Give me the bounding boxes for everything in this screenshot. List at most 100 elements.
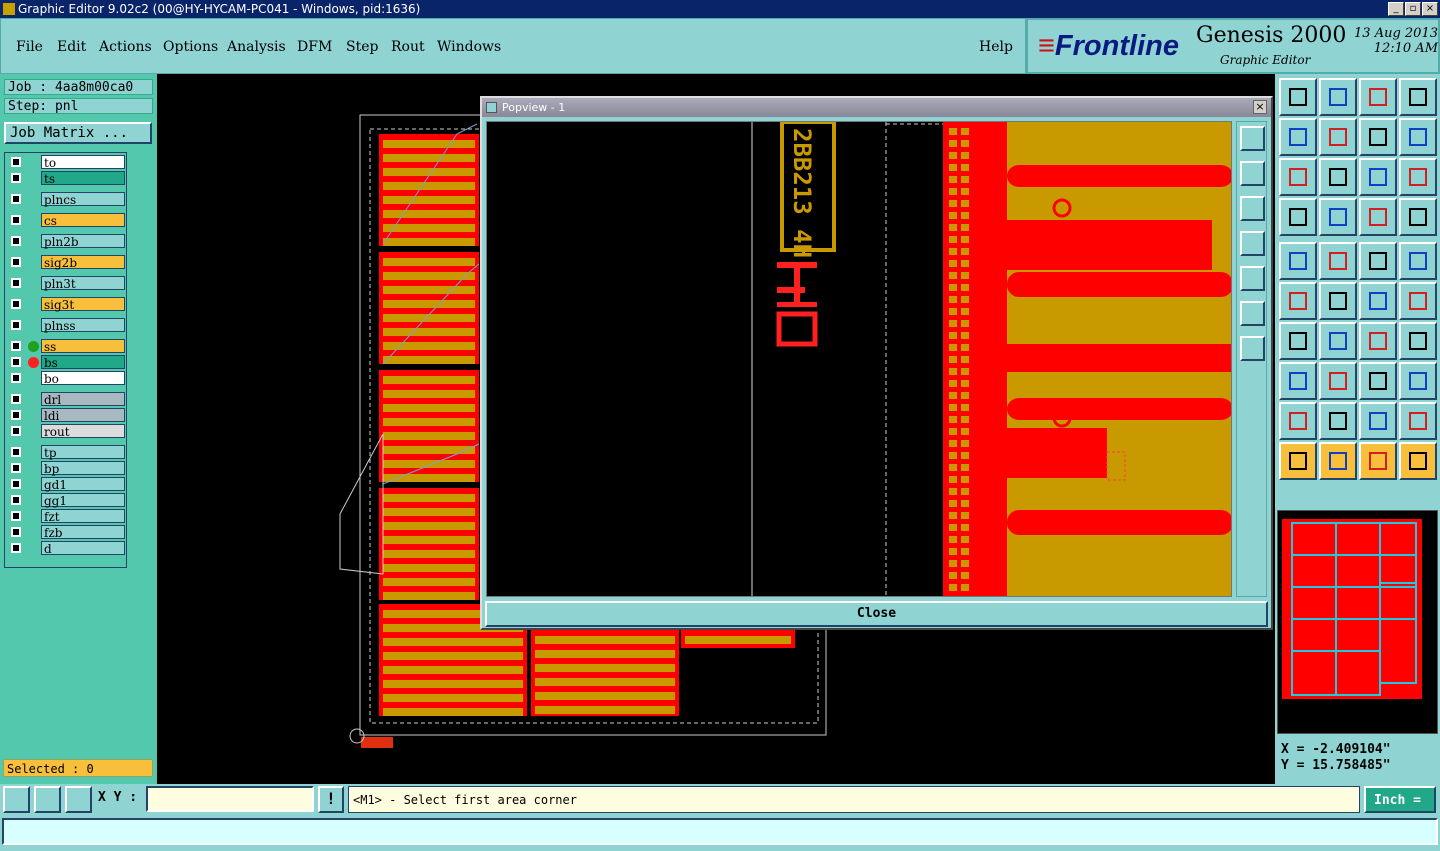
zoom-in-icon[interactable]: [1240, 301, 1265, 326]
layer-row-gg1[interactable]: gg1: [8, 493, 126, 508]
units-dropdown[interactable]: Inch =: [1364, 786, 1436, 813]
popview-canvas[interactable]: 2BB213 4H: [486, 121, 1232, 597]
layer-row-cs[interactable]: cs: [8, 213, 126, 228]
layer-row-d[interactable]: d: [8, 541, 126, 556]
layer-row-pln2b[interactable]: pln2b: [8, 234, 126, 249]
layer-checkbox[interactable]: [11, 543, 21, 553]
layer-name[interactable]: fzb: [41, 525, 125, 540]
menu-windows[interactable]: Windows: [437, 39, 501, 55]
menu-help[interactable]: Help: [979, 39, 1013, 55]
layer-checkbox[interactable]: [11, 463, 21, 473]
layer-name[interactable]: bo: [41, 371, 125, 386]
menu-edit[interactable]: Edit: [57, 39, 86, 55]
route-icon[interactable]: [1399, 322, 1437, 360]
menu-options[interactable]: Options: [163, 39, 218, 55]
layer-checkbox[interactable]: [11, 373, 21, 383]
grid-icon[interactable]: [1319, 198, 1357, 236]
home-icon[interactable]: [1359, 78, 1397, 116]
pan-down-icon[interactable]: [1319, 78, 1357, 116]
layer-checkbox[interactable]: [11, 394, 21, 404]
menu-step[interactable]: Step: [346, 39, 378, 55]
layer-name[interactable]: gg1: [41, 493, 125, 508]
layer-row-gd1[interactable]: gd1: [8, 477, 126, 492]
slash-icon[interactable]: [1319, 322, 1357, 360]
layer-name[interactable]: bp: [41, 461, 125, 476]
layer-checkbox[interactable]: [11, 299, 21, 309]
layer-row-plnss[interactable]: plnss: [8, 318, 126, 333]
help-icon[interactable]: [1399, 158, 1437, 196]
layer-name[interactable]: sig3t: [41, 297, 125, 312]
pan-right-icon[interactable]: [1240, 266, 1265, 291]
line-a-icon[interactable]: [1359, 282, 1397, 320]
layer-name[interactable]: ss: [41, 339, 125, 354]
menu-actions[interactable]: Actions: [99, 39, 152, 55]
pan-left-icon[interactable]: [1279, 118, 1317, 156]
menu-file[interactable]: File: [16, 39, 43, 55]
layer-row-to[interactable]: to: [8, 155, 126, 170]
job-matrix-button[interactable]: Job Matrix ...: [4, 122, 152, 144]
layers-a-icon[interactable]: [1359, 198, 1397, 236]
layer-name[interactable]: pln3t: [41, 276, 125, 291]
ruler-icon[interactable]: [1359, 242, 1397, 280]
range-icon[interactable]: [1359, 362, 1397, 400]
layer-row-fzb[interactable]: fzb: [8, 525, 126, 540]
connect-icon[interactable]: [1279, 282, 1317, 320]
cross-icon[interactable]: [1319, 282, 1357, 320]
menu-dfm[interactable]: DFM: [297, 39, 332, 55]
layer-checkbox[interactable]: [11, 527, 21, 537]
layer-checkbox[interactable]: [11, 357, 21, 367]
layer-checkbox[interactable]: [11, 320, 21, 330]
layer-name[interactable]: ts: [41, 171, 125, 186]
layer-name[interactable]: pln2b: [41, 234, 125, 249]
layer-name[interactable]: ldi: [41, 408, 125, 423]
poly-d-icon[interactable]: [1399, 402, 1437, 440]
swap-icon[interactable]: [1359, 118, 1397, 156]
layer-checkbox[interactable]: [11, 341, 21, 351]
layer-name[interactable]: drl: [41, 392, 125, 407]
layer-checkbox[interactable]: [11, 194, 21, 204]
xy-input[interactable]: [146, 786, 314, 812]
layer-row-pln3t[interactable]: pln3t: [8, 276, 126, 291]
layer-checkbox[interactable]: [11, 511, 21, 521]
layer-checkbox[interactable]: [11, 426, 21, 436]
minus-icon[interactable]: [1319, 362, 1357, 400]
poly-a-icon[interactable]: [1279, 402, 1317, 440]
minimize-button[interactable]: _: [1388, 2, 1404, 16]
layer-name[interactable]: plnss: [41, 318, 125, 333]
snap-a-icon[interactable]: [1279, 362, 1317, 400]
menu-rout[interactable]: Rout: [391, 39, 425, 55]
layer-row-drl[interactable]: drl: [8, 392, 126, 407]
grid-icon[interactable]: [65, 786, 92, 813]
select-move-icon[interactable]: [1279, 242, 1317, 280]
pad-icon[interactable]: [1399, 242, 1437, 280]
layer-checkbox[interactable]: [11, 173, 21, 183]
layer-checkbox[interactable]: [11, 257, 21, 267]
layer-row-bs[interactable]: bs: [8, 355, 126, 370]
layer-name[interactable]: sig2b: [41, 255, 125, 270]
layer-row-rout[interactable]: rout: [8, 424, 126, 439]
layer-checkbox[interactable]: [11, 157, 21, 167]
layer-checkbox[interactable]: [11, 215, 21, 225]
layer-name[interactable]: rout: [41, 424, 125, 439]
layers-b-icon[interactable]: [1399, 198, 1437, 236]
scissors-icon[interactable]: [1279, 198, 1317, 236]
pan-up-icon[interactable]: [1279, 78, 1317, 116]
redraw-icon[interactable]: [1399, 118, 1437, 156]
pan-right-icon[interactable]: [1319, 118, 1357, 156]
layer-checkbox[interactable]: [11, 495, 21, 505]
popview-close-button[interactable]: Close: [485, 601, 1268, 627]
window-icon[interactable]: [1399, 78, 1437, 116]
menu-analysis[interactable]: Analysis: [227, 39, 286, 55]
layer-row-ldi[interactable]: ldi: [8, 408, 126, 423]
layer-checkbox[interactable]: [11, 236, 21, 246]
arc-icon[interactable]: [1359, 322, 1397, 360]
layer-name[interactable]: d: [41, 541, 125, 556]
zoom-out-icon[interactable]: [1240, 336, 1265, 361]
poly-c-icon[interactable]: [1359, 402, 1397, 440]
layer-checkbox[interactable]: [11, 278, 21, 288]
graph-icon[interactable]: [1399, 362, 1437, 400]
measure-icon[interactable]: [34, 786, 61, 813]
layer-name[interactable]: fzt: [41, 509, 125, 524]
zoom-center-icon[interactable]: [1319, 158, 1357, 196]
poly-b-icon[interactable]: [1319, 402, 1357, 440]
